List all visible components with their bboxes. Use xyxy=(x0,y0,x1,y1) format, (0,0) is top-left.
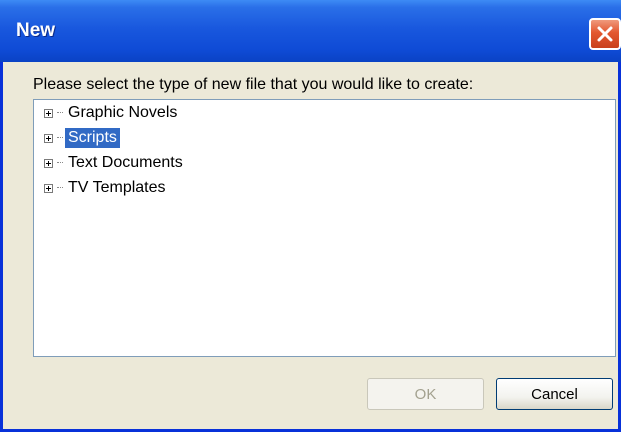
tree-item-label[interactable]: TV Templates xyxy=(65,178,169,198)
dialog-title: New xyxy=(16,20,56,41)
tree-item-label-selected[interactable]: Scripts xyxy=(65,128,120,148)
expand-plus-icon[interactable] xyxy=(44,158,53,168)
cancel-button[interactable]: Cancel xyxy=(496,378,613,410)
tree-connector xyxy=(57,137,63,139)
tree-item-label[interactable]: Graphic Novels xyxy=(65,103,180,123)
tree-item-text-documents[interactable]: Text Documents xyxy=(44,152,186,174)
file-type-tree[interactable]: Graphic Novels Scripts Text Documents TV… xyxy=(33,99,616,357)
tree-item-graphic-novels[interactable]: Graphic Novels xyxy=(44,102,180,124)
close-icon xyxy=(597,26,613,42)
new-file-dialog: New Please select the type of new file t… xyxy=(0,0,621,432)
tree-item-tv-templates[interactable]: TV Templates xyxy=(44,177,169,199)
instruction-text: Please select the type of new file that … xyxy=(33,76,474,93)
expand-plus-icon[interactable] xyxy=(44,108,53,118)
tree-item-scripts[interactable]: Scripts xyxy=(44,127,120,149)
expand-plus-icon[interactable] xyxy=(44,183,53,193)
ok-button[interactable]: OK xyxy=(367,378,484,410)
expand-plus-icon[interactable] xyxy=(44,133,53,143)
tree-connector xyxy=(57,187,63,189)
title-bar[interactable]: New xyxy=(0,0,621,62)
tree-connector xyxy=(57,112,63,114)
tree-connector xyxy=(57,162,63,164)
close-button[interactable] xyxy=(589,18,621,50)
tree-item-label[interactable]: Text Documents xyxy=(65,153,186,173)
